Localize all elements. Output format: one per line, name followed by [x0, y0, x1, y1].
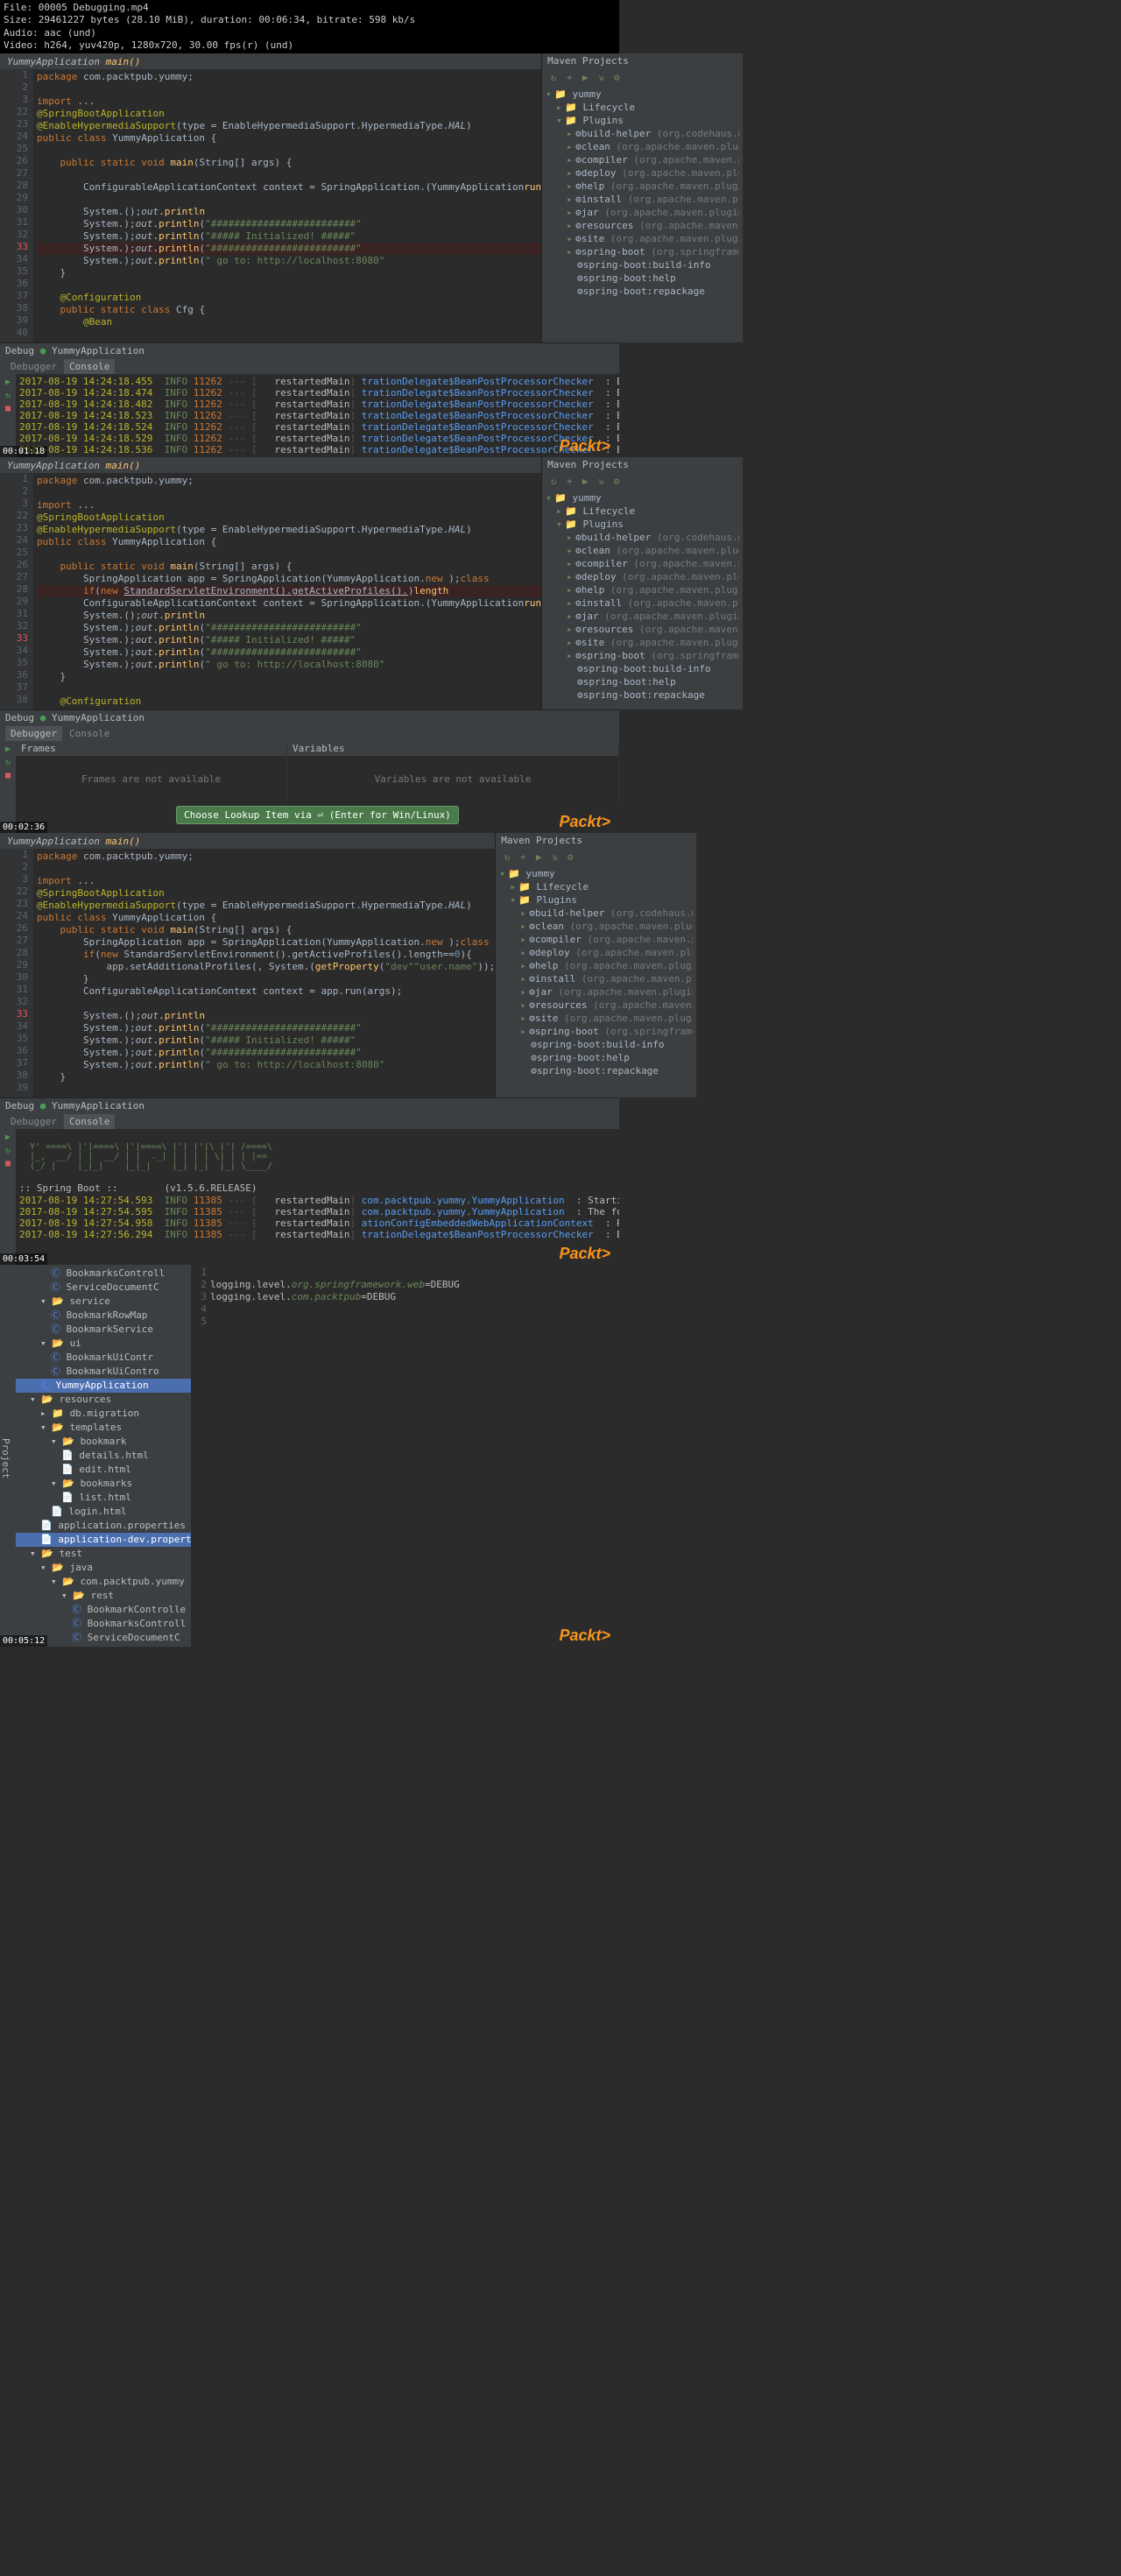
console-output: 2017-08-19 14:24:18.455 INFO 11262 --- […: [16, 374, 619, 457]
debug-side-controls[interactable]: ▶ ↻ ■: [0, 374, 16, 457]
properties-editor[interactable]: 12logging.level.org.springframework.web=…: [191, 1265, 619, 1647]
timestamp: 00:02:36: [0, 822, 47, 833]
timestamp: 00:03:54: [0, 1253, 47, 1265]
file-info-header: File: 00005 Debugging.mp4 Size: 29461227…: [0, 0, 619, 53]
gutter: 1232223242627282930313233343536373839: [0, 849, 33, 1097]
variables-title: Variables: [287, 741, 618, 756]
code-editor[interactable]: package com.packtpub.yummy; import ...@S…: [33, 849, 495, 1097]
frame-3: YummyApplication main() 1232223242627282…: [0, 833, 619, 1265]
console-tab[interactable]: Console: [64, 359, 115, 374]
debug-side-controls[interactable]: ▶↻■: [0, 1129, 16, 1265]
editor-tab[interactable]: YummyApplication main(): [0, 53, 541, 69]
maven-panel: Maven Projects ↻+▶⇲⚙ ▾📁 yummy▸📁 Lifecycl…: [495, 833, 696, 1097]
maven-toolbar[interactable]: ↻+ ▶ ⇲⚙: [542, 68, 743, 86]
code-editor[interactable]: package com.packtpub.yummy; import ...@S…: [33, 69, 541, 342]
maven-title: Maven Projects: [542, 457, 743, 472]
maven-toolbar[interactable]: ↻+▶⇲⚙: [542, 472, 743, 490]
maven-toolbar[interactable]: ↻+▶⇲⚙: [496, 848, 696, 865]
debug-title-bar: Debug ● YummyApplication: [0, 1097, 619, 1113]
frame-4: Project Ⓒ BookmarksControllⒸ ServiceDocu…: [0, 1265, 619, 1647]
packt-logo: Packt>: [559, 1627, 610, 1645]
packt-logo: Packt>: [559, 1245, 610, 1263]
gutter: 1232223242526272829303132333435363738394…: [0, 69, 33, 342]
debug-tabs[interactable]: Debugger Console: [0, 725, 619, 741]
maven-title: Maven Projects: [542, 53, 743, 68]
refresh-icon[interactable]: ↻: [547, 71, 560, 83]
lookup-popup: Choose Lookup Item via ⏎ (Enter for Win/…: [176, 806, 459, 824]
console-tab[interactable]: Console: [64, 726, 115, 741]
project-tree[interactable]: Ⓒ BookmarksControllⒸ ServiceDocumentC▾ 📂…: [16, 1265, 191, 1647]
timestamp: 00:01:18: [0, 446, 47, 457]
gutter: 12322232425262728293132333435363738: [0, 473, 33, 709]
maven-panel: Maven Projects ↻+▶⇲⚙ ▾📁 yummy▸📁 Lifecycl…: [541, 457, 743, 709]
collapse-icon[interactable]: ⇲: [595, 71, 607, 83]
timestamp: 00:05:12: [0, 1635, 47, 1647]
maven-title: Maven Projects: [496, 833, 696, 848]
packt-logo: Packt>: [559, 813, 610, 831]
frame-2: YummyApplication main() 1232223242526272…: [0, 457, 619, 833]
debugger-tab[interactable]: Debugger: [5, 1114, 62, 1129]
maven-tree[interactable]: ▾📁 yummy▸📁 Lifecycle▾📁 Plugins▸⚙build-he…: [496, 865, 696, 1079]
debugger-tab[interactable]: Debugger: [5, 359, 62, 374]
run-icon[interactable]: ▶: [579, 71, 591, 83]
maven-panel: Maven Projects ↻+ ▶ ⇲⚙ ▾📁 yummy▸📁 Lifecycl…: [541, 53, 743, 342]
settings-icon[interactable]: ⚙: [610, 71, 623, 83]
debug-title-bar: Debug ● YummyApplication: [0, 709, 619, 725]
plus-icon[interactable]: +: [563, 71, 575, 83]
console-output: Y' ====\ |'|====\ |'|====\ |'| |'|\ |'| …: [16, 1129, 619, 1265]
maven-tree[interactable]: ▾📁 yummy▸📁 Lifecycle▾📁 Plugins▸⚙build-he…: [542, 490, 743, 703]
maven-tree[interactable]: ▾📁 yummy▸📁 Lifecycle▾📁 Plugins▸⚙build-he…: [542, 86, 743, 300]
editor-tab[interactable]: YummyApplication main(): [0, 457, 541, 473]
editor-tab[interactable]: YummyApplication main(): [0, 833, 495, 849]
code-editor[interactable]: package com.packtpub.yummy; import ...@S…: [33, 473, 541, 709]
project-tool-button[interactable]: Project: [0, 1265, 16, 1647]
frames-title: Frames: [16, 741, 286, 756]
debugger-tab[interactable]: Debugger: [5, 726, 62, 741]
debug-side-controls[interactable]: ▶↻■: [0, 741, 16, 833]
console-tab[interactable]: Console: [64, 1114, 115, 1129]
run-icon[interactable]: ▶: [5, 378, 11, 387]
frames-body: Frames are not available: [16, 756, 286, 802]
rerun-icon[interactable]: ↻: [5, 391, 11, 400]
debug-title-bar: Debug ● YummyApplication: [0, 342, 619, 358]
debug-tabs[interactable]: Debugger Console: [0, 358, 619, 374]
frame-1: YummyApplication main() 1232223242526272…: [0, 53, 619, 457]
debug-tabs[interactable]: Debugger Console: [0, 1113, 619, 1129]
stop-icon[interactable]: ■: [5, 404, 11, 413]
packt-logo: Packt>: [559, 437, 610, 455]
variables-body: Variables are not available: [287, 756, 618, 802]
